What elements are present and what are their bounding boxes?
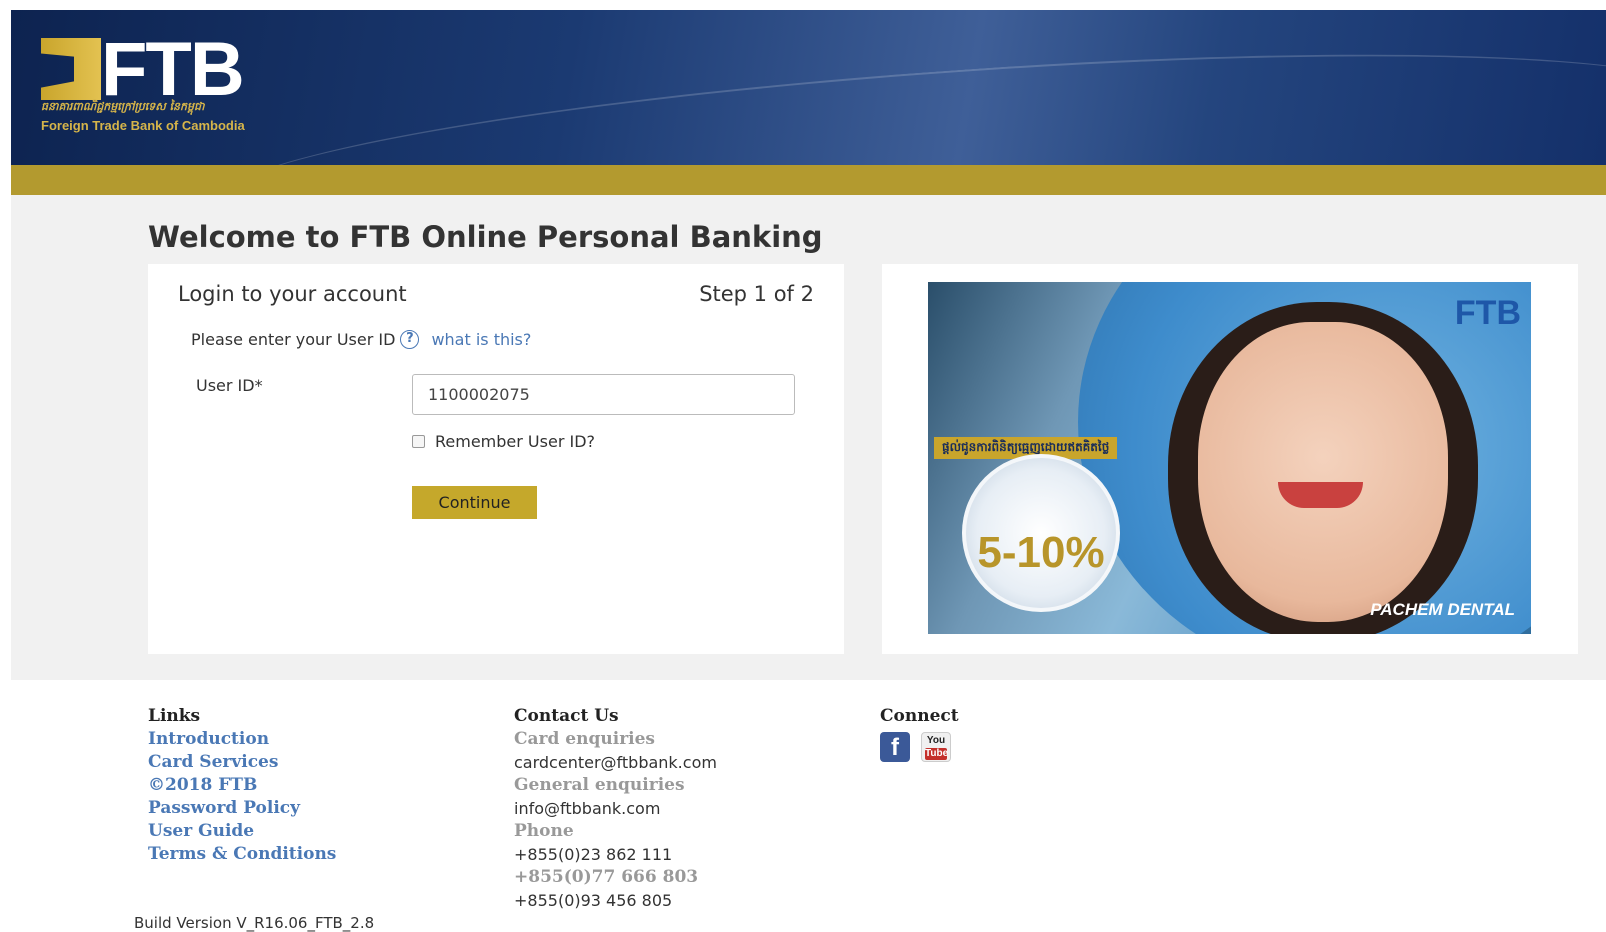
help-icon[interactable]: ?: [400, 330, 420, 349]
footer-link-password-policy[interactable]: Password Policy: [148, 797, 336, 820]
userid-instruction: Please enter your User ID ? what is this…: [191, 330, 531, 349]
promo-discount-text: 5-10%: [977, 528, 1105, 577]
promo-ftb-logo: FTB: [1454, 294, 1521, 332]
remember-userid-label: Remember User ID?: [435, 432, 596, 451]
footer-contact-heading: Contact Us: [514, 706, 619, 726]
build-version: Build Version V_R16.06_FTB_2.8: [134, 914, 375, 932]
login-panel: Login to your account Step 1 of 2 Please…: [148, 264, 844, 654]
footer-link-card-services[interactable]: Card Services: [148, 751, 336, 774]
remember-userid[interactable]: Remember User ID?: [412, 432, 595, 451]
card-enquiries-label: Card enquiries: [514, 729, 655, 749]
page-title: Welcome to FTB Online Personal Banking: [148, 220, 823, 254]
promo-clinic-name: PACHEM DENTAL: [1370, 600, 1515, 619]
promo-smile-shape: [1278, 482, 1363, 508]
promo-banner-image[interactable]: FTB ផ្ដល់ជូនការពិនិត្យធ្មេញដោយឥតគិតថ្លៃ …: [928, 282, 1531, 634]
userid-input[interactable]: [412, 374, 795, 415]
footer-contact-column: Contact Us Card enquiries cardcenter@ftb…: [514, 705, 717, 912]
logo-subtitle: Foreign Trade Bank of Cambodia: [41, 118, 245, 133]
footer-link-terms[interactable]: Terms & Conditions: [148, 843, 336, 866]
footer-link-introduction[interactable]: Introduction: [148, 728, 336, 751]
ftb-logo[interactable]: FTB ធនាគារពាណិជ្ជកម្មក្រៅប្រទេស នៃកម្ពុជ…: [41, 27, 291, 138]
phone-number-3: +855(0)93 456 805: [514, 891, 673, 910]
footer-links-column: Links Introduction Card Services ©2018 F…: [148, 705, 336, 866]
login-heading: Login to your account: [178, 282, 407, 306]
youtube-icon-top: You: [926, 735, 946, 746]
instruction-text: Please enter your User ID: [191, 330, 396, 349]
continue-button[interactable]: Continue: [412, 486, 537, 519]
logo-khmer-text: ធនាគារពាណិជ្ជកម្មក្រៅប្រទេស នៃកម្ពុជា: [41, 100, 205, 113]
footer-link-copyright[interactable]: ©2018 FTB: [148, 774, 336, 797]
userid-label: User ID*: [196, 376, 263, 395]
footer-links-heading: Links: [148, 706, 201, 726]
phone-number-2: +855(0)77 666 803: [514, 867, 699, 887]
facebook-icon[interactable]: f: [880, 732, 910, 762]
what-is-this-link[interactable]: what is this?: [431, 330, 531, 349]
footer-connect-column: Connect f You Tube: [880, 705, 959, 762]
footer-connect-heading: Connect: [880, 706, 959, 726]
phone-label: Phone: [514, 821, 574, 841]
promo-panel: FTB ផ្ដល់ជូនការពិនិត្យធ្មេញដោយឥតគិតថ្លៃ …: [882, 264, 1578, 654]
card-email: cardcenter@ftbbank.com: [514, 753, 717, 772]
promo-discount-badge: 5-10%: [962, 454, 1120, 612]
social-links: f You Tube: [880, 732, 959, 762]
ftb-logo-mark-icon: [41, 38, 101, 100]
remember-userid-checkbox[interactable]: [412, 435, 425, 448]
general-email: info@ftbbank.com: [514, 799, 661, 818]
step-indicator: Step 1 of 2: [699, 282, 814, 306]
gold-divider-bar: [11, 165, 1606, 195]
youtube-icon-bottom: Tube: [925, 748, 949, 760]
footer-link-user-guide[interactable]: User Guide: [148, 820, 336, 843]
promo-face-shape: [1198, 322, 1448, 622]
general-enquiries-label: General enquiries: [514, 775, 685, 795]
phone-number-1: +855(0)23 862 111: [514, 845, 673, 864]
youtube-icon[interactable]: You Tube: [921, 732, 951, 762]
site-header: FTB ធនាគារពាណិជ្ជកម្មក្រៅប្រទេស នៃកម្ពុជ…: [11, 10, 1606, 165]
